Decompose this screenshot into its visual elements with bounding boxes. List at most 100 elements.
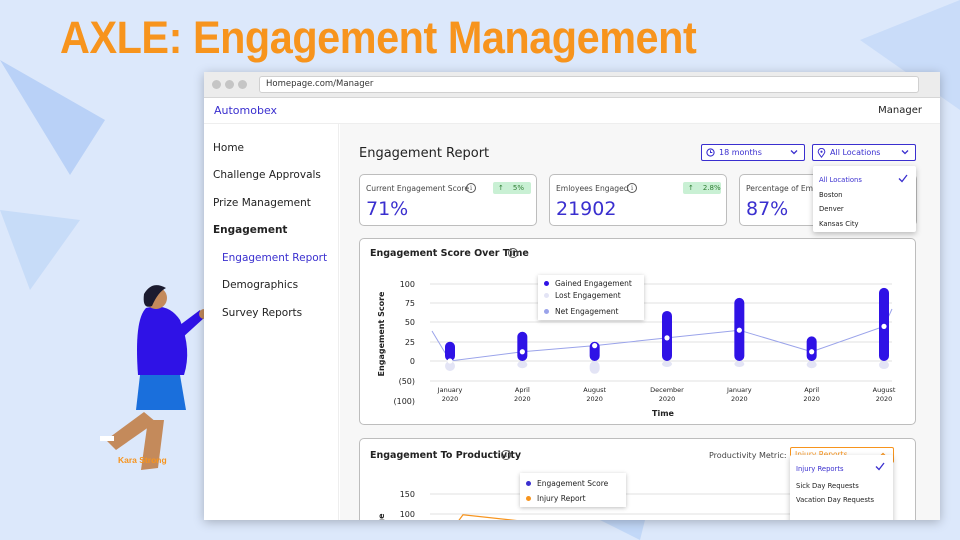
location-option-denver[interactable]: Denver <box>819 205 844 213</box>
sidebar-item-prize-management[interactable]: Prize Management <box>213 197 311 209</box>
y-tick-label: 25 <box>405 338 415 347</box>
lost-engagement-bar[interactable] <box>662 361 672 367</box>
sidebar: Home Challenge Approvals Prize Managemen… <box>204 124 339 520</box>
kpi-card-employees-engaged: Emloyees Engaged i ↑ 2.8% 21902 <box>549 174 727 226</box>
engagement-chart-legend: Gained Engagement Lost Engagement Net En… <box>538 275 644 320</box>
legend-item-net[interactable]: Net Engagement <box>544 307 618 316</box>
lost-engagement-bar[interactable] <box>806 361 817 369</box>
lost-engagement-bar[interactable] <box>517 361 528 369</box>
lost-engagement-bar[interactable] <box>879 361 889 369</box>
metric-option-injury-reports[interactable]: Injury Reports <box>796 465 844 473</box>
kpi-value: 87% <box>746 198 789 220</box>
slide-heading: AXLE: Engagement Management <box>60 12 697 63</box>
net-engagement-point[interactable] <box>592 343 598 349</box>
x-axis-label: Time <box>652 409 675 418</box>
x-tick-label: April <box>804 386 819 394</box>
up-arrow-icon: ↑ <box>498 184 504 192</box>
y-tick-label: (50) <box>399 377 415 386</box>
legend-swatch <box>544 309 549 314</box>
persona-name: Kara Strong <box>118 455 167 465</box>
info-icon[interactable]: i <box>627 183 637 193</box>
legend-item-lost[interactable]: Lost Engagement <box>544 291 621 300</box>
x-tick-label: 2020 <box>514 395 531 403</box>
x-tick-label: 2020 <box>876 395 893 403</box>
info-icon[interactable]: i <box>466 183 476 193</box>
y-tick-label: (100) <box>393 397 415 406</box>
y-tick-label: 100 <box>400 510 415 519</box>
net-engagement-point[interactable] <box>664 335 670 341</box>
period-select[interactable]: 18 months <box>701 144 805 161</box>
x-tick-label: August <box>873 386 896 394</box>
chevron-down-icon <box>790 150 798 155</box>
sidebar-item-challenge-approvals[interactable]: Challenge Approvals <box>213 169 321 181</box>
address-bar[interactable]: Homepage.com/Manager <box>259 76 919 93</box>
persona-illustration <box>100 285 209 470</box>
legend-swatch <box>526 481 531 486</box>
kpi-label: Emloyees Engaged <box>556 184 629 193</box>
gained-engagement-bar[interactable] <box>517 331 528 361</box>
x-tick-label: January <box>726 386 752 394</box>
net-engagement-point[interactable] <box>447 358 453 364</box>
check-icon <box>875 462 885 471</box>
kpi-value: 21902 <box>556 198 617 220</box>
y-tick-label: 150 <box>400 490 415 499</box>
lost-engagement-bar[interactable] <box>734 361 745 367</box>
window-close-dot[interactable] <box>212 80 221 89</box>
metric-option-vacation-day[interactable]: Vacation Day Requests <box>796 496 874 504</box>
check-icon <box>898 174 908 183</box>
x-tick-label: 2020 <box>659 395 676 403</box>
lost-engagement-bar[interactable] <box>589 361 600 374</box>
kpi-delta-badge: ↑ 5% <box>493 182 531 194</box>
net-engagement-point[interactable] <box>736 327 742 333</box>
engagement-chart: 1007550250(50)(100) January2020April2020… <box>377 280 896 418</box>
location-select-value: All Locations <box>830 148 881 157</box>
net-engagement-point[interactable] <box>881 323 887 329</box>
brand-logo[interactable]: Automobex <box>214 104 277 117</box>
sidebar-item-demographics[interactable]: Demographics <box>222 279 298 291</box>
legend-swatch <box>526 496 531 501</box>
page-title: Engagement Report <box>359 146 490 161</box>
legend-item-injury-report[interactable]: Injury Report <box>526 494 586 503</box>
gained-engagement-bar[interactable] <box>445 341 455 361</box>
x-tick-label: August <box>583 386 606 394</box>
sidebar-item-engagement[interactable]: Engagement <box>213 224 287 236</box>
productivity-chart-legend: Engagement Score Injury Report <box>520 473 626 507</box>
sidebar-item-engagement-report[interactable]: Engagement Report <box>222 252 327 264</box>
y-tick-label: 75 <box>405 299 415 308</box>
user-role[interactable]: Manager <box>878 105 922 116</box>
sidebar-item-survey-reports[interactable]: Survey Reports <box>222 307 302 319</box>
up-arrow-icon: ↑ <box>688 184 694 192</box>
y-axis-label-partial: ge <box>377 513 386 520</box>
x-tick-label: December <box>650 386 684 394</box>
browser-window: Homepage.com/Manager Automobex Manager H… <box>204 72 940 520</box>
window-minimize-dot[interactable] <box>225 80 234 89</box>
period-select-value: 18 months <box>719 148 762 157</box>
location-option-boston[interactable]: Boston <box>819 191 843 199</box>
window-maximize-dot[interactable] <box>238 80 247 89</box>
legend-swatch <box>544 281 549 286</box>
location-select[interactable]: All Locations <box>812 144 916 161</box>
main-content: Engagement Report 18 months All Location… <box>340 124 940 520</box>
x-tick-label: January <box>437 386 463 394</box>
sidebar-item-home[interactable]: Home <box>213 142 244 154</box>
net-engagement-point[interactable] <box>519 349 525 355</box>
net-engagement-point[interactable] <box>809 349 815 355</box>
location-option-all[interactable]: All Locations <box>819 176 862 184</box>
browser-chrome: Homepage.com/Manager <box>204 72 940 98</box>
location-option-kansas-city[interactable]: Kansas City <box>819 220 859 228</box>
kpi-label: Current Engagement Score <box>366 184 470 193</box>
y-axis-label: Engagement Score <box>377 291 386 376</box>
location-pin-icon <box>817 147 826 158</box>
gained-engagement-bar[interactable] <box>806 336 817 361</box>
kpi-delta-badge: ↑ 2.8% <box>683 182 721 194</box>
series-line <box>458 506 811 520</box>
legend-item-engagement-score[interactable]: Engagement Score <box>526 479 608 488</box>
engagement-score-chart-card: Engagement Score Over Time i 100 75 50 25 0(… <box>359 238 916 425</box>
y-tick-label: 0 <box>410 357 415 366</box>
x-tick-label: 2020 <box>803 395 820 403</box>
clock-icon <box>706 148 715 157</box>
x-tick-label: 2020 <box>442 395 459 403</box>
x-tick-label: April <box>515 386 530 394</box>
legend-item-gained[interactable]: Gained Engagement <box>544 279 632 288</box>
metric-option-sick-day[interactable]: Sick Day Requests <box>796 482 859 490</box>
